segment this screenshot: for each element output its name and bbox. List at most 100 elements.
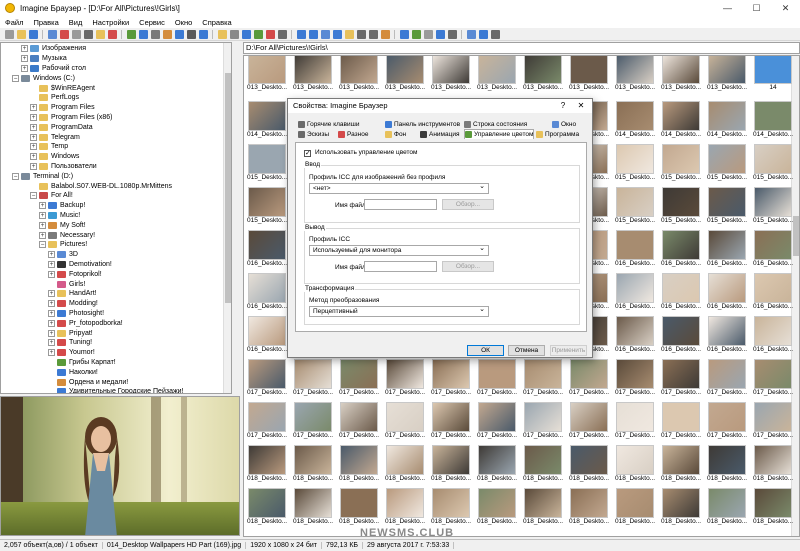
tree-item[interactable]: + Изображения bbox=[21, 44, 86, 54]
thumbnail[interactable]: 017_Deskto... bbox=[753, 402, 793, 440]
thumbnail[interactable]: 018_Deskto... bbox=[707, 445, 747, 483]
expand-toggle-icon[interactable]: + bbox=[30, 143, 37, 151]
thumbnail[interactable]: 018_Deskto... bbox=[661, 445, 701, 483]
thumbnail[interactable]: 016_Deskto... bbox=[753, 316, 793, 354]
thumbnail[interactable]: 018_Deskto... bbox=[293, 445, 333, 483]
expand-toggle-icon[interactable]: + bbox=[21, 45, 28, 53]
expand-toggle-icon[interactable]: − bbox=[12, 172, 19, 180]
thumbnail[interactable]: 018_Deskto... bbox=[753, 445, 793, 483]
thumbnail[interactable]: 018_Deskto... bbox=[477, 488, 517, 526]
tree-item[interactable]: + Музыка bbox=[21, 54, 67, 64]
menu-item[interactable]: Окно bbox=[170, 18, 197, 27]
tree-item[interactable]: + Windows bbox=[30, 152, 79, 162]
thumbnail[interactable]: 016_Deskto... bbox=[661, 273, 701, 311]
thumbnail[interactable]: 013_Deskto... bbox=[661, 56, 701, 92]
toolbar-button-icon[interactable] bbox=[411, 29, 421, 39]
expand-toggle-icon[interactable]: + bbox=[30, 104, 37, 112]
tree-item[interactable]: + Youmor! bbox=[48, 348, 95, 358]
toolbar-button-icon[interactable] bbox=[186, 29, 196, 39]
tree-item[interactable]: + ProgramData bbox=[30, 122, 93, 132]
toolbar-button-icon[interactable] bbox=[478, 29, 488, 39]
thumbnail[interactable]: 017_Deskto... bbox=[661, 359, 701, 397]
thumbnail[interactable]: 016_Deskto... bbox=[661, 230, 701, 268]
thumbnail[interactable]: 018_Deskto... bbox=[569, 488, 609, 526]
thumbnail[interactable]: 016_Deskto... bbox=[615, 316, 655, 354]
thumbnail[interactable]: 016_Deskto... bbox=[247, 316, 287, 354]
toolbar-button-icon[interactable] bbox=[217, 29, 227, 39]
thumbnail[interactable]: 015_Deskto... bbox=[753, 187, 793, 225]
thumbnail[interactable]: 017_Deskto... bbox=[707, 359, 747, 397]
thumbnail[interactable]: 013_Deskto... bbox=[431, 56, 471, 92]
tree-item[interactable]: + Telegram bbox=[30, 132, 80, 142]
tree-scrollbar[interactable] bbox=[223, 43, 231, 393]
dialog-close-button[interactable]: ✕ bbox=[574, 99, 588, 113]
expand-toggle-icon[interactable]: + bbox=[39, 202, 46, 210]
expand-toggle-icon[interactable]: + bbox=[48, 329, 55, 337]
toolbar-button-icon[interactable] bbox=[138, 29, 148, 39]
tree-item[interactable]: $WinREAgent bbox=[30, 83, 95, 93]
toolbar-button-icon[interactable] bbox=[83, 29, 93, 39]
toolbar-button-icon[interactable] bbox=[4, 29, 14, 39]
tab-tabs_row2-2[interactable]: Фон bbox=[385, 129, 406, 139]
address-bar[interactable]: D:\For All\Pictures\!Girls\ bbox=[243, 42, 800, 54]
thumbnail[interactable]: 017_Deskto... bbox=[339, 359, 379, 397]
toolbar-button-icon[interactable] bbox=[126, 29, 136, 39]
input-profile-select[interactable]: <нет> bbox=[309, 182, 489, 194]
toolbar-button-icon[interactable] bbox=[380, 29, 390, 39]
menu-item[interactable]: Файл bbox=[0, 18, 28, 27]
thumbnail[interactable]: 015_Deskto... bbox=[661, 187, 701, 225]
thumbnail[interactable]: 013_Deskto... bbox=[477, 56, 517, 92]
thumbnail[interactable]: 013_Deskto... bbox=[293, 56, 333, 92]
cancel-button[interactable]: Отмена bbox=[508, 345, 545, 356]
input-filename-field[interactable] bbox=[364, 199, 437, 210]
toolbar-button-icon[interactable] bbox=[241, 29, 251, 39]
input-browse-button[interactable]: Обзор... bbox=[442, 199, 494, 210]
thumbnail[interactable]: 015_Deskto... bbox=[247, 144, 287, 182]
toolbar-button-icon[interactable] bbox=[71, 29, 81, 39]
thumbnail[interactable]: 016_Deskto... bbox=[707, 273, 747, 311]
thumbnail[interactable]: 016_Deskto... bbox=[753, 230, 793, 268]
menu-item[interactable]: Сервис bbox=[134, 18, 170, 27]
tree-item[interactable]: + My Soft! bbox=[39, 220, 86, 230]
expand-toggle-icon[interactable]: + bbox=[30, 133, 37, 141]
apply-button[interactable]: Применить bbox=[550, 345, 587, 356]
toolbar-button-icon[interactable] bbox=[447, 29, 457, 39]
scroll-thumb[interactable] bbox=[225, 73, 231, 303]
thumbnail[interactable]: 017_Deskto... bbox=[523, 359, 563, 397]
thumbnail[interactable]: 018_Deskto... bbox=[523, 488, 563, 526]
thumbnail[interactable]: 018_Deskto... bbox=[339, 445, 379, 483]
tree-item[interactable]: Balabol.S07.WEB-DL.1080p.MrMittens bbox=[30, 181, 172, 191]
thumbnail[interactable]: 017_Deskto... bbox=[293, 359, 333, 397]
thumbnail[interactable]: 016_Deskto... bbox=[247, 230, 287, 268]
thumbnail[interactable]: 017_Deskto... bbox=[477, 359, 517, 397]
menu-item[interactable]: Вид bbox=[64, 18, 88, 27]
toolbar-button-icon[interactable] bbox=[296, 29, 306, 39]
toolbar-button-icon[interactable] bbox=[466, 29, 476, 39]
thumbnail[interactable]: 013_Deskto... bbox=[385, 56, 425, 92]
thumbnail[interactable]: 018_Deskto... bbox=[247, 488, 287, 526]
thumbnail[interactable]: 017_Deskto... bbox=[247, 359, 287, 397]
thumbnail[interactable]: 016_Deskto... bbox=[707, 230, 747, 268]
thumbnail[interactable]: 014_Deskto... bbox=[615, 101, 655, 139]
thumbnail[interactable]: 017_Deskto... bbox=[615, 402, 655, 440]
expand-toggle-icon[interactable]: + bbox=[30, 162, 37, 170]
thumbnail[interactable]: 017_Deskto... bbox=[615, 359, 655, 397]
thumbnail[interactable]: 013_Deskto... bbox=[615, 56, 655, 92]
tree-item[interactable]: + Necessary! bbox=[39, 230, 95, 240]
thumbnail[interactable]: 015_Deskto... bbox=[753, 144, 793, 182]
expand-toggle-icon[interactable]: + bbox=[39, 211, 46, 219]
tree-item[interactable]: − For All! bbox=[30, 191, 73, 201]
toolbar-button-icon[interactable] bbox=[150, 29, 160, 39]
close-button[interactable]: ✕ bbox=[771, 0, 800, 16]
tree-item[interactable]: + Music! bbox=[39, 211, 80, 221]
thumbnail[interactable]: 018_Deskto... bbox=[247, 445, 287, 483]
tree-item[interactable]: − Pictures! bbox=[39, 240, 87, 250]
use-color-management-checkbox[interactable]: ✓ bbox=[304, 150, 311, 157]
toolbar-button-icon[interactable] bbox=[16, 29, 26, 39]
expand-toggle-icon[interactable]: + bbox=[48, 290, 55, 298]
toolbar-button-icon[interactable] bbox=[107, 29, 117, 39]
toolbar-button-icon[interactable] bbox=[253, 29, 263, 39]
tab-tabs_row1-3[interactable]: Окно bbox=[552, 119, 576, 129]
thumbnail[interactable]: 018_Deskto... bbox=[431, 445, 471, 483]
expand-toggle-icon[interactable]: + bbox=[48, 260, 55, 268]
